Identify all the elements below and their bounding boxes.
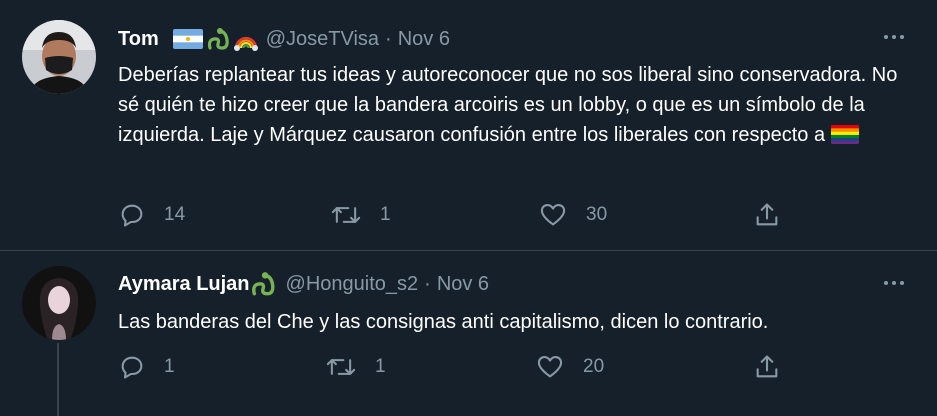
reply-count: 1: [164, 356, 175, 377]
display-name[interactable]: Tom: [118, 28, 159, 51]
tweet-date[interactable]: Nov 6: [437, 273, 489, 296]
tweet-date[interactable]: Nov 6: [398, 28, 450, 51]
snake-emoji: [206, 26, 232, 52]
retweet-icon: [331, 207, 361, 223]
avatar[interactable]: [22, 266, 96, 340]
avatar[interactable]: [22, 20, 96, 94]
more-options-icon[interactable]: [879, 27, 909, 47]
like-count: 30: [586, 204, 608, 225]
tweet-actions: 14 1 30: [0, 200, 937, 230]
argentina-flag-emoji: [172, 29, 203, 49]
reply-button[interactable]: 1: [118, 352, 175, 382]
more-options-icon[interactable]: [879, 273, 909, 293]
reply-count: 14: [164, 204, 186, 225]
tweet-text: Deberías replantear tus ideas y autoreco…: [118, 64, 898, 146]
share-icon: [756, 355, 778, 378]
tweet[interactable]: Aymara Lujan @Honguito_s2 · Nov 6 Las ba…: [0, 251, 937, 416]
separator-dot: ·: [385, 27, 392, 50]
rainbow-emoji: [233, 26, 259, 52]
heart-icon: [540, 204, 566, 226]
rainbow-flag-emoji: [830, 124, 859, 144]
tweet-header: Tom @JoseTVisa · Nov 6: [118, 25, 450, 53]
like-button[interactable]: 20: [535, 352, 604, 382]
reply-button[interactable]: 14: [118, 200, 185, 230]
reply-icon: [121, 204, 143, 227]
retweet-count: 1: [380, 204, 391, 225]
separator-dot: ·: [424, 272, 431, 295]
heart-icon: [537, 356, 563, 378]
tweet[interactable]: Tom @JoseTVisa · Nov 6 Deberías replante…: [0, 0, 937, 250]
like-button[interactable]: 30: [538, 200, 607, 230]
share-button[interactable]: [753, 352, 781, 382]
retweet-count: 1: [375, 356, 386, 377]
snake-emoji: [250, 270, 278, 298]
tweet-text: Las banderas del Che y las consignas ant…: [118, 311, 769, 333]
reply-icon: [121, 356, 143, 379]
tweet-header: Aymara Lujan @Honguito_s2 · Nov 6: [118, 270, 489, 298]
tweet-actions: 1 1 20: [0, 352, 937, 382]
user-handle[interactable]: @JoseTVisa: [266, 28, 379, 51]
like-count: 20: [583, 356, 605, 377]
share-button[interactable]: [753, 200, 781, 230]
share-icon: [756, 203, 778, 226]
retweet-icon: [326, 359, 356, 375]
retweet-button[interactable]: 1: [330, 200, 391, 230]
display-name[interactable]: Aymara Lujan: [118, 273, 250, 296]
retweet-button[interactable]: 1: [325, 352, 386, 382]
user-handle[interactable]: @Honguito_s2: [286, 273, 419, 296]
